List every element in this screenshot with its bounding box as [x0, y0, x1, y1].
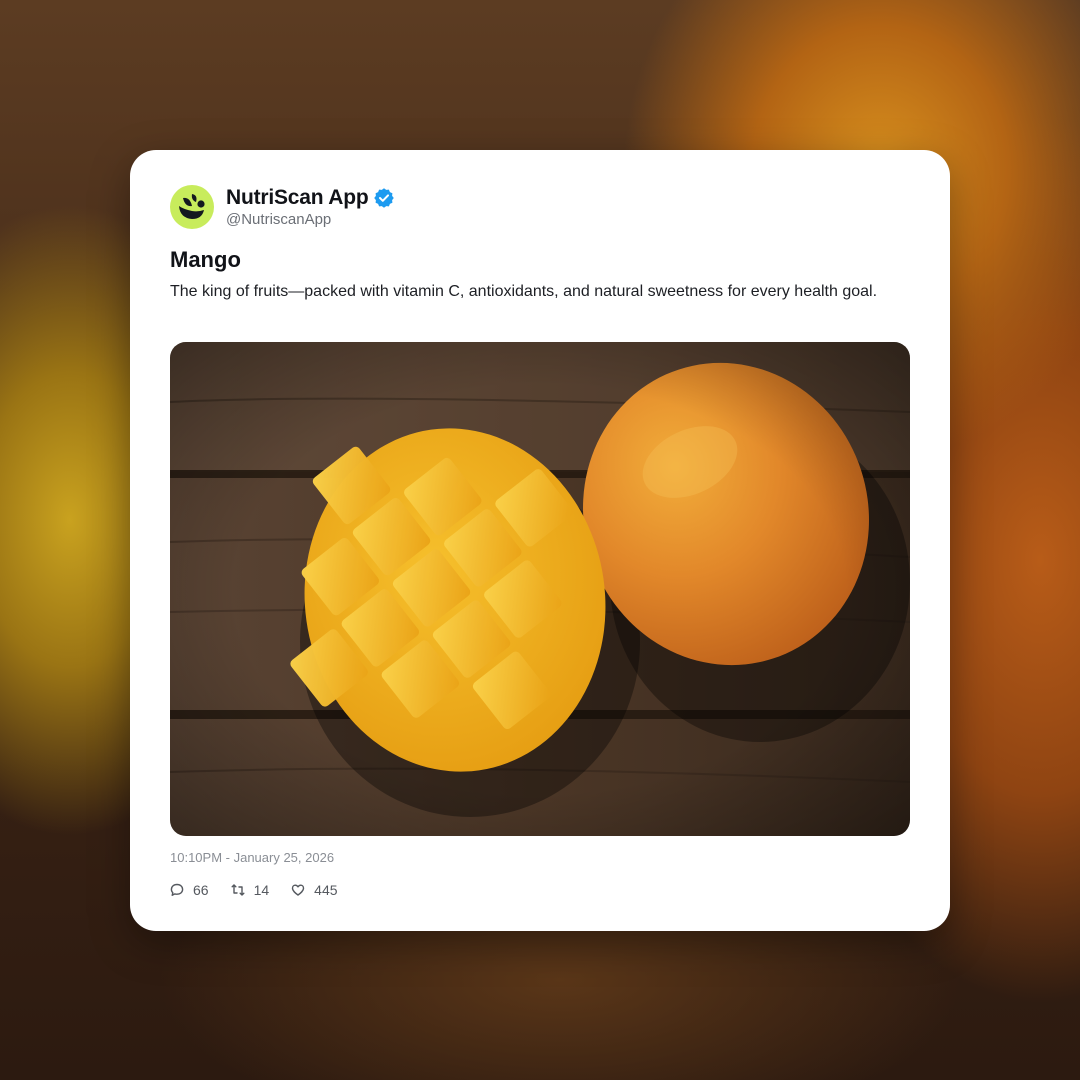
comment-icon: [170, 883, 184, 896]
nutriscan-logo-icon: [179, 194, 205, 219]
post-image[interactable]: [170, 342, 910, 836]
reply-count: 66: [193, 882, 209, 898]
post-text: The king of fruits—packed with vitamin C…: [170, 283, 878, 300]
mango-photo: [170, 342, 910, 836]
avatar[interactable]: [170, 185, 214, 229]
repost-button[interactable]: 14: [231, 882, 270, 898]
post-timestamp[interactable]: 10:10PM - January 25, 2026: [170, 850, 334, 865]
retweet-icon: [231, 884, 245, 896]
author-handle[interactable]: @NutriscanApp: [226, 211, 331, 228]
author-name[interactable]: NutriScan App: [226, 186, 369, 210]
post-card: NutriScan App @NutriscanApp Mango The ki…: [130, 150, 950, 931]
like-button[interactable]: 445: [291, 882, 338, 898]
post-title: Mango: [170, 247, 241, 272]
repost-count: 14: [253, 882, 270, 898]
reply-button[interactable]: 66: [170, 882, 209, 898]
heart-icon: [291, 884, 305, 896]
author-name-row[interactable]: NutriScan App: [226, 185, 395, 211]
engagement-bar: 66 14 445: [170, 881, 338, 899]
verified-badge-icon: [374, 188, 395, 208]
like-count: 445: [314, 882, 338, 898]
